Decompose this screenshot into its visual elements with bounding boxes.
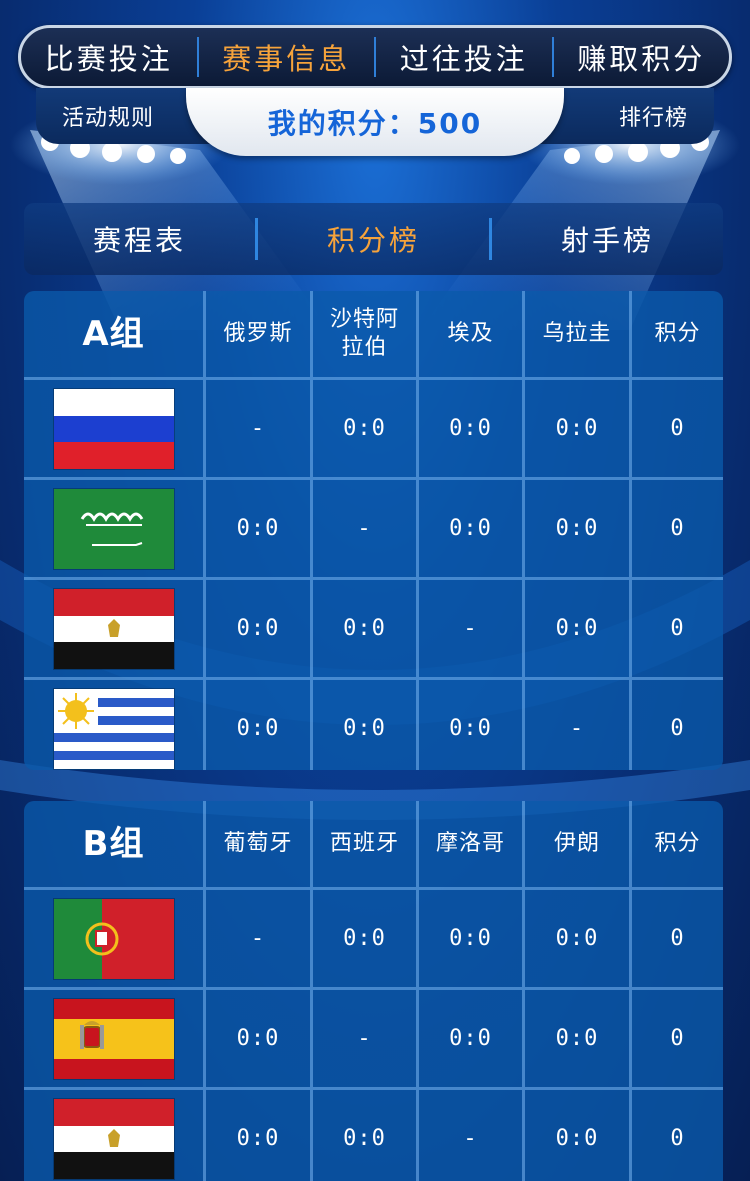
group-title: A组	[82, 314, 145, 354]
table-row: 0:0 0:0 0:0 - 0	[24, 677, 723, 770]
score-cell: 0:0	[203, 680, 310, 770]
score-cell: -	[203, 890, 310, 987]
table-row: - 0:0 0:0 0:0 0	[24, 887, 723, 987]
column-header: 伊朗	[522, 801, 629, 887]
group-b-table: B组 葡萄牙 西班牙 摩洛哥 伊朗 积分 - 0:0 0:0 0:0 0 0:0…	[24, 801, 723, 1181]
table-row: 0:0 0:0 - 0:0 0	[24, 577, 723, 677]
team-flag-cell	[24, 990, 203, 1087]
score-cell: -	[522, 680, 629, 770]
column-header: 葡萄牙	[203, 801, 310, 887]
ranking-link[interactable]: 排行榜	[619, 100, 688, 132]
column-header: 埃及	[416, 291, 522, 377]
points-cell: 0	[629, 380, 723, 477]
points-cell: 0	[629, 990, 723, 1087]
column-header: 积分	[629, 801, 723, 887]
team-flag-cell	[24, 1090, 203, 1181]
group-a-table: A组 俄罗斯 沙特阿拉伯 埃及 乌拉圭 积分 - 0:0 0:0 0:0 0 0…	[24, 291, 723, 770]
team-flag-cell	[24, 680, 203, 770]
score-cell: 0:0	[416, 890, 522, 987]
tab-schedule[interactable]: 赛程表	[24, 219, 255, 259]
team-flag-cell	[24, 890, 203, 987]
score-cell: 0:0	[310, 890, 416, 987]
column-header: 俄罗斯	[203, 291, 310, 377]
section-tabs: 赛程表 积分榜 射手榜	[24, 203, 723, 275]
score-cell: 0:0	[310, 380, 416, 477]
score-cell: 0:0	[310, 680, 416, 770]
score-cell: -	[310, 990, 416, 1087]
score-cell: 0:0	[522, 990, 629, 1087]
team-flag-cell	[24, 380, 203, 477]
top-nav: 比赛投注 赛事信息 过往投注 赚取积分	[18, 25, 732, 89]
table-header-row: A组 俄罗斯 沙特阿拉伯 埃及 乌拉圭 积分	[24, 291, 723, 377]
score-cell: 0:0	[416, 480, 522, 577]
points-cell: 0	[629, 580, 723, 677]
column-header: 西班牙	[310, 801, 416, 887]
score-cell: 0:0	[522, 580, 629, 677]
score-cell: 0:0	[203, 990, 310, 1087]
score-cell: 0:0	[310, 580, 416, 677]
table-row: - 0:0 0:0 0:0 0	[24, 377, 723, 477]
column-header: 乌拉圭	[522, 291, 629, 377]
tab-top-scorers[interactable]: 射手榜	[492, 219, 723, 259]
points-cell: 0	[629, 890, 723, 987]
my-points-display: 我的积分：500	[186, 88, 564, 156]
uruguay-flag-icon	[53, 688, 174, 769]
points-cell: 0	[629, 1090, 723, 1181]
rules-link[interactable]: 活动规则	[62, 100, 154, 132]
score-cell: 0:0	[203, 1090, 310, 1181]
column-header-label: 沙特阿拉伯	[329, 307, 399, 360]
score-cell: -	[310, 480, 416, 577]
spain-flag-icon	[53, 998, 174, 1079]
tab-standings[interactable]: 积分榜	[258, 219, 489, 259]
score-cell: 0:0	[416, 380, 522, 477]
score-cell: -	[416, 580, 522, 677]
score-cell: 0:0	[416, 990, 522, 1087]
column-header: 摩洛哥	[416, 801, 522, 887]
points-cell: 0	[629, 680, 723, 770]
score-cell: 0:0	[522, 890, 629, 987]
tab-bet[interactable]: 比赛投注	[21, 36, 197, 78]
score-cell: 0:0	[522, 380, 629, 477]
score-cell: 0:0	[310, 1090, 416, 1181]
team-flag-cell	[24, 580, 203, 677]
score-cell: 0:0	[203, 480, 310, 577]
score-cell: 0:0	[522, 1090, 629, 1181]
egypt-flag-icon	[53, 588, 174, 669]
score-cell: 0:0	[416, 680, 522, 770]
saudi-arabia-flag-icon	[53, 488, 174, 569]
table-row: 0:0 - 0:0 0:0 0	[24, 477, 723, 577]
table-header-row: B组 葡萄牙 西班牙 摩洛哥 伊朗 积分	[24, 801, 723, 887]
points-cell: 0	[629, 480, 723, 577]
score-cell: 0:0	[203, 580, 310, 677]
table-row: 0:0 - 0:0 0:0 0	[24, 987, 723, 1087]
russia-flag-icon	[53, 388, 174, 469]
egypt-flag-icon	[53, 1098, 174, 1179]
group-title: B组	[82, 824, 145, 864]
team-flag-cell	[24, 480, 203, 577]
tab-match-info[interactable]: 赛事信息	[199, 36, 375, 78]
tab-past-bets[interactable]: 过往投注	[376, 36, 552, 78]
portugal-flag-icon	[53, 898, 174, 979]
table-row: 0:0 0:0 - 0:0 0	[24, 1087, 723, 1181]
tab-earn-points[interactable]: 赚取积分	[554, 36, 730, 78]
score-cell: 0:0	[522, 480, 629, 577]
column-header: 沙特阿拉伯	[310, 291, 416, 377]
score-cell: -	[203, 380, 310, 477]
column-header: 积分	[629, 291, 723, 377]
score-cell: -	[416, 1090, 522, 1181]
